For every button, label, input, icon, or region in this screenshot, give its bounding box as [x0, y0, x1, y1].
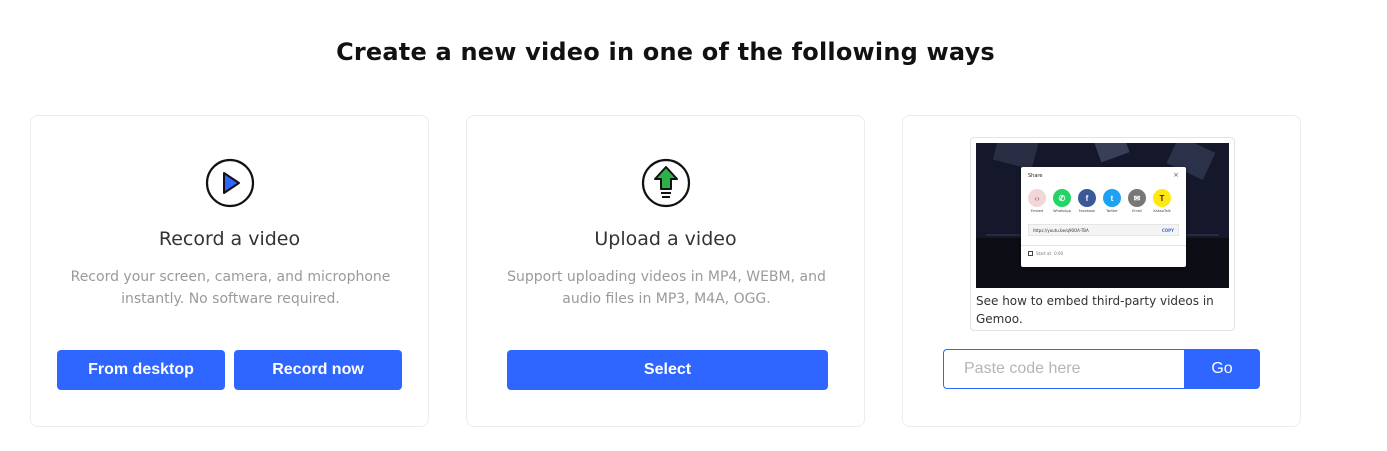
record-video-description: Record your screen, camera, and micropho…	[70, 269, 391, 307]
share-item-label: Twitter	[1106, 209, 1118, 213]
share-url-text: https://youtu.be/q90OA-TBA	[1033, 227, 1089, 233]
upload-video-title: Upload a video	[594, 228, 737, 250]
share-item-embed: ‹› Embed	[1027, 189, 1047, 213]
embed-icon: ‹›	[1028, 189, 1046, 207]
embed-video-card: Share × ‹› Embed ✆ WhatsApp f Facebook t…	[902, 115, 1301, 427]
share-item-label: Embed	[1030, 209, 1044, 213]
upload-arrow-icon	[641, 158, 691, 208]
share-item-label: KakaoTalk	[1153, 209, 1171, 213]
go-button[interactable]: Go	[1184, 349, 1260, 389]
email-icon: ✉	[1128, 189, 1146, 207]
upload-video-card: Upload a video Support uploading videos …	[466, 115, 865, 427]
share-dialog: Share × ‹› Embed ✆ WhatsApp f Facebook t…	[1021, 167, 1186, 267]
share-icon-row: ‹› Embed ✆ WhatsApp f Facebook t Twitter	[1027, 189, 1172, 213]
from-desktop-button[interactable]: From desktop	[57, 350, 225, 390]
embed-tutorial-preview[interactable]: Share × ‹› Embed ✆ WhatsApp f Facebook t…	[970, 137, 1235, 331]
play-circle-icon	[205, 158, 255, 208]
share-copy-label: COPY	[1161, 227, 1174, 233]
page-title: Create a new video in one of the followi…	[336, 38, 995, 66]
share-url-field: https://youtu.be/q90OA-TBA COPY	[1028, 224, 1179, 236]
record-video-title: Record a video	[158, 228, 301, 250]
start-at-label: Start at	[1036, 251, 1052, 256]
share-divider	[1021, 245, 1186, 246]
share-item-label: Facebook	[1078, 209, 1096, 213]
twitter-icon: t	[1103, 189, 1121, 207]
paste-code-input[interactable]	[943, 349, 1185, 389]
start-at-value: 0:00	[1054, 251, 1064, 256]
whatsapp-icon: ✆	[1053, 189, 1071, 207]
kakaotalk-icon: T	[1153, 189, 1171, 207]
share-item-label: WhatsApp	[1053, 209, 1071, 213]
share-item-twitter: t Twitter	[1102, 189, 1122, 213]
share-close-icon: ×	[1173, 171, 1179, 179]
upload-video-description: Support uploading videos in MP4, WEBM, a…	[507, 269, 826, 307]
share-item-kakaotalk: T KakaoTalk	[1152, 189, 1172, 213]
record-video-card: Record a video Record your screen, camer…	[30, 115, 429, 427]
embed-tutorial-screenshot: Share × ‹› Embed ✆ WhatsApp f Facebook t…	[976, 143, 1229, 288]
record-now-button[interactable]: Record now	[234, 350, 402, 390]
start-at-checkbox-icon	[1028, 251, 1033, 256]
embed-tutorial-caption[interactable]: See how to embed third-party videos in G…	[976, 292, 1231, 328]
share-dialog-title: Share	[1028, 173, 1043, 179]
select-file-button[interactable]: Select	[507, 350, 828, 390]
share-item-email: ✉ Email	[1127, 189, 1147, 213]
share-start-at: Start at 0:00	[1028, 251, 1063, 256]
facebook-icon: f	[1078, 189, 1096, 207]
share-item-whatsapp: ✆ WhatsApp	[1052, 189, 1072, 213]
share-item-label: Email	[1132, 209, 1142, 213]
share-item-facebook: f Facebook	[1077, 189, 1097, 213]
